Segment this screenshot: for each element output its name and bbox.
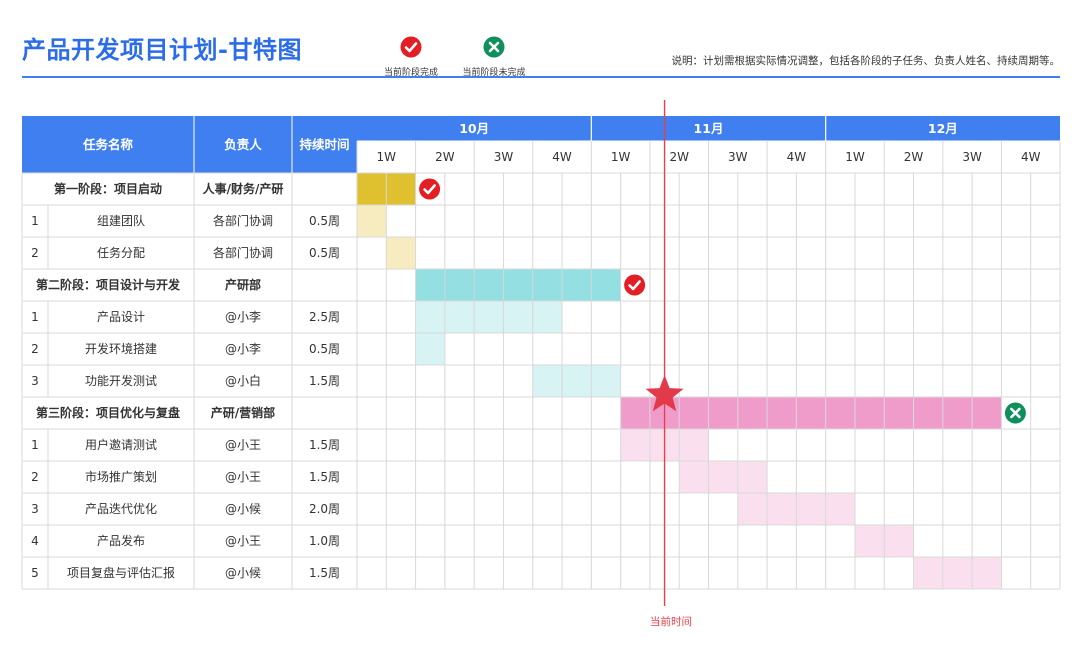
phase-name: 第二阶段：项目设计与开发 (36, 277, 181, 292)
task-owner: @小王 (225, 470, 261, 484)
gantt-bar (679, 461, 768, 493)
month-label: 11月 (694, 121, 724, 136)
month-label: 12月 (928, 121, 958, 136)
task-duration: 1.5周 (309, 566, 340, 580)
task-number: 4 (31, 534, 39, 548)
week-label: 1W (611, 150, 631, 164)
task-number: 3 (31, 502, 39, 516)
task-number: 1 (31, 310, 39, 324)
task-duration: 1.0周 (309, 534, 340, 548)
task-name: 产品设计 (97, 310, 145, 324)
task-number: 2 (31, 246, 39, 260)
task-number: 5 (31, 566, 39, 580)
week-label: 2W (904, 150, 924, 164)
week-label: 3W (962, 150, 982, 164)
task-name: 功能开发测试 (85, 373, 157, 388)
month-label: 10月 (459, 121, 489, 136)
task-owner: @小候 (225, 502, 261, 516)
week-label: 2W (435, 150, 455, 164)
phase-name: 第一阶段：项目启动 (54, 181, 162, 196)
task-name: 任务分配 (97, 245, 145, 260)
task-owner: @小李 (225, 309, 261, 324)
task-duration: 2.0周 (309, 502, 340, 516)
phase-owner: 产研部 (225, 277, 261, 292)
task-name: 产品发布 (97, 533, 145, 548)
task-duration: 2.5周 (309, 310, 340, 324)
week-label: 1W (845, 150, 865, 164)
task-duration: 0.5周 (309, 246, 340, 260)
phase-owner: 产研/营销部 (211, 405, 275, 420)
task-owner: @小白 (225, 373, 261, 388)
task-number: 1 (31, 214, 39, 228)
task-number: 2 (31, 470, 39, 484)
gantt-bar (415, 269, 621, 301)
week-label: 3W (494, 150, 514, 164)
gantt-bar (532, 365, 621, 397)
task-duration: 1.5周 (309, 470, 340, 484)
week-label: 4W (1021, 150, 1041, 164)
phase-name: 第三阶段：项目优化与复盘 (36, 405, 180, 420)
check-circle-icon (419, 178, 441, 200)
gantt-bar (620, 397, 1002, 429)
task-name: 项目复盘与评估汇报 (67, 565, 175, 580)
task-name: 市场推广策划 (85, 469, 157, 484)
task-owner: 各部门协调 (213, 245, 273, 260)
header-duration: 持续时间 (299, 137, 349, 152)
task-duration: 1.5周 (309, 374, 340, 388)
task-owner: 各部门协调 (213, 213, 273, 228)
task-name: 开发环境搭建 (85, 341, 157, 356)
task-duration: 0.5周 (309, 214, 340, 228)
task-owner: @小李 (225, 341, 261, 356)
gantt-bar (415, 301, 563, 333)
gantt-bar (913, 557, 1002, 589)
task-duration: 1.5周 (309, 438, 340, 452)
task-number: 2 (31, 342, 39, 356)
week-label: 3W (728, 150, 748, 164)
week-label: 4W (552, 150, 572, 164)
phase-owner: 人事/财务/产研 (203, 181, 284, 196)
gantt-bar (357, 205, 387, 237)
week-label: 4W (787, 150, 807, 164)
task-name: 组建团队 (97, 213, 145, 228)
task-owner: @小王 (225, 438, 261, 452)
check-circle-icon (624, 274, 646, 296)
task-number: 3 (31, 374, 39, 388)
gantt-chart: 任务名称 负责人 持续时间 10月 1W 2W 3W 4W 11月 1W 2W 3W 4W 12月 1W 2W… (21, 100, 1061, 606)
gantt-bar (386, 237, 416, 269)
gantt-bar (415, 333, 445, 365)
header-owner: 负责人 (224, 137, 262, 152)
task-name: 用户邀请测试 (85, 437, 157, 452)
week-label: 1W (377, 150, 397, 164)
task-name: 产品迭代优化 (85, 502, 157, 516)
task-number: 1 (31, 438, 39, 452)
task-duration: 0.5周 (309, 342, 340, 356)
task-owner: @小候 (225, 566, 261, 580)
current-time-label: 当前时间 (650, 616, 692, 628)
header-task: 任务名称 (82, 137, 134, 152)
week-label: 2W (669, 150, 689, 164)
task-owner: @小王 (225, 534, 261, 548)
